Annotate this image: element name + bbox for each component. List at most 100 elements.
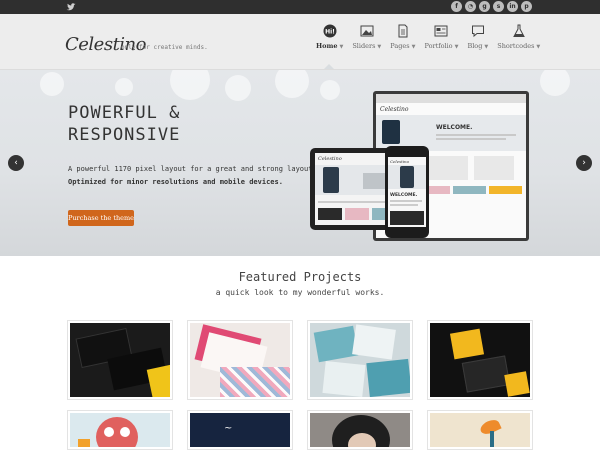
chevron-down-icon: ▼ [411,44,416,50]
card-shape [352,324,396,360]
skype-icon[interactable]: s [493,1,504,12]
project-thumb-dark-hair-portrait[interactable] [307,410,413,450]
mockup-text-line [436,134,516,136]
browser-chrome [376,94,526,103]
nav-item-shortcodes[interactable]: Shortcodes ▼ [497,24,540,50]
top-social-bar: f ◔ g s in p [0,0,600,14]
site-tagline: only for creative minds. [121,44,208,51]
slider-prev-button[interactable]: ‹ [8,155,24,171]
page-icon [396,24,410,38]
nav-item-home[interactable]: Hi! Home ▼ [316,24,343,50]
card-shape [313,325,359,363]
blog-bubble-icon [471,24,485,38]
slider-image-icon [360,24,374,38]
project-image [430,323,530,397]
project-image [310,413,410,447]
mockup-logo: Celestino [318,156,342,162]
mockup-text-line [390,204,418,206]
flask-icon [512,24,526,38]
project-thumb-navy-script-cover[interactable]: ~ [187,410,293,450]
facebook-icon[interactable]: f [451,1,462,12]
mockup-text-line [436,138,506,140]
hero-title: POWERFUL & RESPONSIVE [68,102,180,146]
project-thumb-pink-pattern-cards[interactable] [187,320,293,400]
project-thumb-teal-stamp-cards[interactable] [307,320,413,400]
mockup-welcome: WELCOME. [390,193,418,198]
project-image [70,323,170,397]
project-thumb-octopus-illustration[interactable] [67,410,173,450]
project-image [310,323,410,397]
nav-label-sliders: Sliders [352,42,376,50]
chevron-down-icon: ▼ [536,44,541,50]
chevron-down-icon: ▼ [454,44,459,50]
mockup-logo: Celestino [390,159,409,164]
nav-item-portfolio[interactable]: Portfolio ▼ [424,24,458,50]
bokeh-decoration [225,75,251,101]
bokeh-decoration [40,72,64,96]
nav-label-pages: Pages [390,42,410,50]
hero-description-bold: Optimized for minor resolutions and mobi… [68,178,283,186]
project-image [430,413,530,447]
active-nav-indicator [324,64,334,69]
svg-text:Hi!: Hi! [325,28,335,35]
branch-shape [490,431,494,447]
mockup-logo: Celestino [380,106,409,113]
script-decoration: ~ [224,423,233,434]
mockup-card [474,156,514,180]
purchase-theme-button[interactable]: Purchase the theme [68,210,134,226]
nav-item-blog[interactable]: Blog ▼ [467,24,488,50]
nav-label-home: Home [316,42,338,50]
nav-label-portfolio: Portfolio [424,42,453,50]
chevron-down-icon: ▼ [377,44,382,50]
project-thumb-business-card-dark[interactable] [67,320,173,400]
bokeh-decoration [115,78,133,96]
bird-shape [78,439,90,447]
featured-projects-subtitle: a quick look to my wonderful works. [215,288,385,297]
mockup-welcome: WELCOME. [436,124,473,131]
chevron-down-icon: ▼ [484,44,489,50]
project-thumb-yellow-black-cards[interactable] [427,320,533,400]
bokeh-decoration [540,70,570,96]
octopus-eye [120,427,130,437]
card-shape [146,364,170,397]
mockup-person-image [323,167,339,193]
mockup-person-image [382,120,400,144]
mockup-person-image [400,166,414,188]
hero-slider: POWERFUL & RESPONSIVE A powerful 1170 pi… [0,70,600,256]
chevron-down-icon: ▼ [339,44,344,50]
card-shape [366,358,410,397]
hero-title-line2: RESPONSIVE [68,125,181,145]
card-shape [504,371,530,397]
mockup-card [428,156,468,180]
project-image [70,413,170,447]
mockup-laptop [363,173,387,189]
phone-mockup-screen: Celestino WELCOME. [388,157,426,227]
google-plus-icon[interactable]: g [479,1,490,12]
project-thumb-orange-bird-illustration[interactable] [427,410,533,450]
rss-icon[interactable]: ◔ [465,1,476,12]
project-image [190,323,290,397]
nav-item-pages[interactable]: Pages ▼ [390,24,415,50]
card-shape [322,360,366,397]
phone-mockup: Celestino WELCOME. [385,146,429,238]
mockup-thumb [318,208,342,220]
bokeh-decoration [170,70,210,100]
card-shape [461,355,511,393]
hero-title-line1: POWERFUL & [68,103,181,123]
portfolio-icon [434,24,448,38]
bokeh-decoration [320,80,340,100]
pinterest-icon[interactable]: p [521,1,532,12]
card-shape [449,328,485,360]
hi-bubble-icon: Hi! [323,24,337,38]
nav-label-blog: Blog [467,42,483,50]
mockup-text-line [390,200,422,202]
octopus-shape [96,417,138,447]
featured-projects-title: Featured Projects [238,270,362,284]
main-nav: Hi! Home▼ Sliders▼ Pages▼ Portfolio▼ [316,24,549,50]
site-header: Celestino only for creative minds. Hi! H… [0,14,600,70]
slider-next-button[interactable]: › [576,155,592,171]
linkedin-icon[interactable]: in [507,1,518,12]
twitter-icon[interactable] [66,2,76,12]
pattern-card [220,367,290,397]
nav-item-sliders[interactable]: Sliders ▼ [352,24,381,50]
